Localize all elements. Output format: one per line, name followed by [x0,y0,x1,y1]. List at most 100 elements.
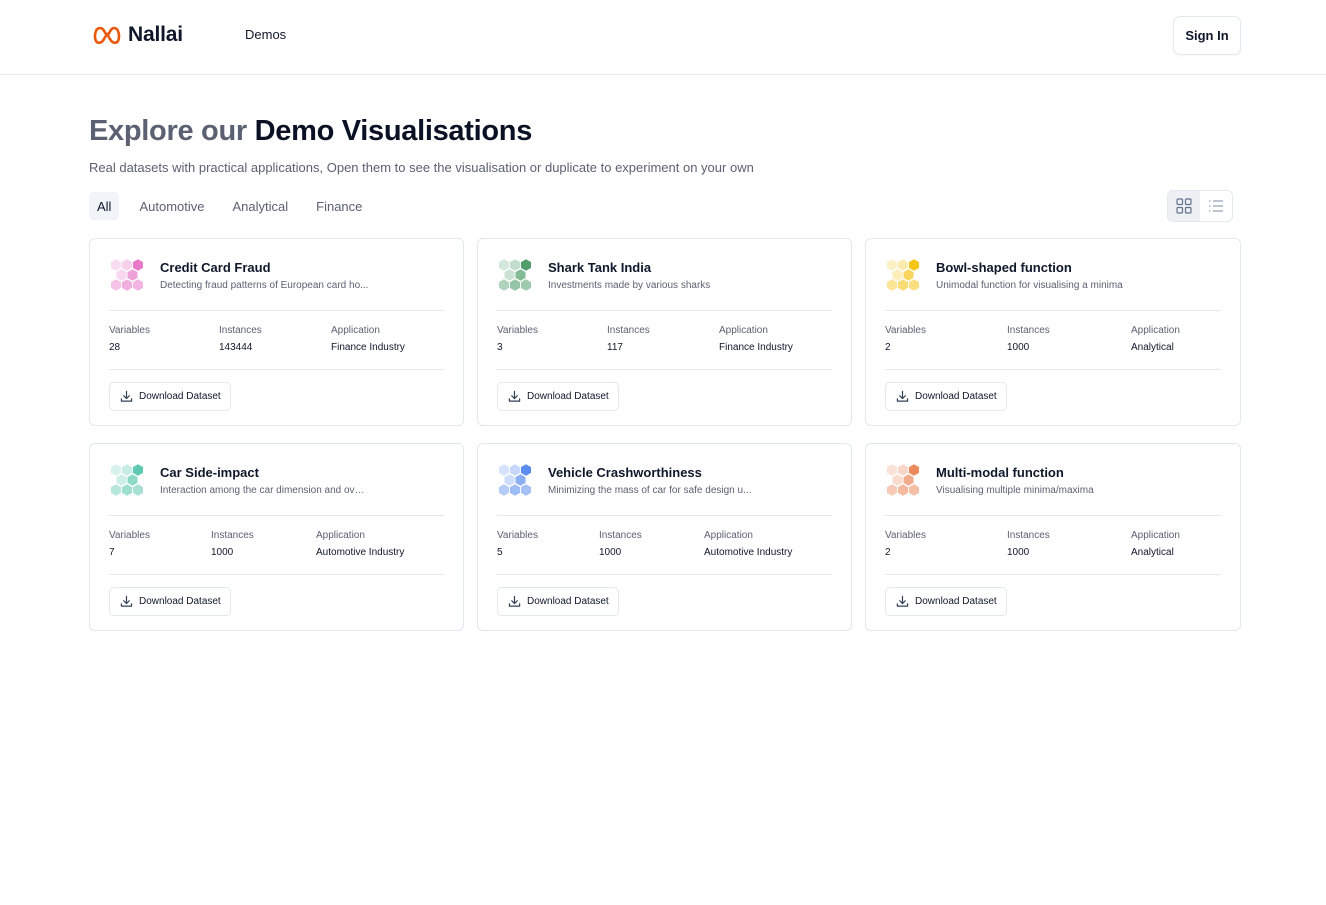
hexagon-cell [520,259,532,271]
demo-card-5[interactable]: Vehicle Crashworthiness Minimizing the m… [477,443,852,631]
card-stats: Variables 3 Instances 117 Application Fi… [497,325,832,353]
nallai-logo-icon [93,26,121,45]
card-title: Bowl-shaped function [936,260,1072,275]
stat-application: Application Finance Industry [719,325,832,353]
card-divider [497,369,832,370]
card-divider [885,574,1221,575]
download-dataset-button[interactable]: Download Dataset [497,382,619,411]
stat-variables: Variables 28 [109,325,219,353]
view-toggle [1167,190,1233,222]
download-dataset-label: Download Dataset [527,596,609,607]
demo-card-1[interactable]: Credit Card Fraud Detecting fraud patter… [89,238,464,426]
hexagon-cell [121,259,133,271]
stat-instances-label: Instances [599,530,642,541]
card-divider [497,310,832,311]
card-header: Car Side-impact Interaction among the ca… [109,463,370,503]
hexagon-cell [110,259,122,271]
hexagon-cell [515,474,526,486]
stat-application-value: Automotive Industry [316,547,405,558]
hexagon-cell [127,474,138,486]
brand-logo[interactable]: Nallai [92,22,183,48]
demo-card-2[interactable]: Shark Tank India Investments made by var… [477,238,852,426]
stat-application-label: Application [1131,530,1180,541]
stat-instances-value: 1000 [599,547,622,558]
stat-variables-label: Variables [109,325,150,336]
hexagon-cell [132,279,144,291]
hexagon-cell [110,279,122,291]
hexagon-cell [116,474,127,486]
card-divider [497,515,832,516]
download-dataset-label: Download Dataset [915,391,997,402]
hexagon-cell [897,279,909,291]
stat-instances-label: Instances [1007,530,1050,541]
demo-card-6[interactable]: Multi-modal function Visualising multipl… [865,443,1241,631]
stat-variables-value: 28 [109,342,121,353]
card-title: Multi-modal function [936,465,1064,480]
hexagon-cell [886,259,898,271]
hexagon-cell [520,279,532,291]
stat-instances-value: 1000 [1007,342,1030,353]
card-description: Investments made by various sharks [548,280,711,291]
card-divider [885,369,1221,370]
stat-instances-value: 1000 [211,547,234,558]
category-tabs: All Automotive Analytical Finance [89,192,382,220]
stat-application: Application Analytical [1131,325,1221,353]
tab-analytical[interactable]: Analytical [225,192,297,220]
hexagon-cell [121,279,133,291]
download-dataset-button[interactable]: Download Dataset [885,587,1007,616]
card-divider [109,574,444,575]
card-heading: Vehicle Crashworthiness Minimizing the m… [548,463,751,503]
stat-variables-value: 5 [497,547,503,558]
list-view-button[interactable] [1200,191,1232,221]
stat-application-label: Application [316,530,365,541]
tab-automotive[interactable]: Automotive [131,192,212,220]
stat-application-value: Automotive Industry [704,547,793,558]
stat-instances-label: Instances [607,325,650,336]
nav-demos-link[interactable]: Demos [245,27,286,42]
download-icon [896,595,909,607]
card-divider [109,369,444,370]
card-header: Multi-modal function Visualising multipl… [885,463,1094,503]
sign-in-button[interactable]: Sign In [1173,16,1241,55]
tab-finance[interactable]: Finance [308,192,370,220]
download-dataset-label: Download Dataset [527,391,609,402]
download-icon [508,390,521,402]
card-title: Car Side-impact [160,465,259,480]
download-icon [508,595,521,607]
download-dataset-button[interactable]: Download Dataset [497,587,619,616]
download-dataset-button[interactable]: Download Dataset [885,382,1007,411]
card-heading: Shark Tank India Investments made by var… [548,258,710,298]
hexagon-cell [110,484,122,496]
stat-application: Application Automotive Industry [704,530,832,558]
grid-view-button[interactable] [1168,191,1200,221]
stat-variables: Variables 2 [885,530,1007,558]
hexagon-cell [908,259,920,271]
stat-instances: Instances 1000 [211,530,316,558]
hexagon-cell [897,464,909,476]
card-stats: Variables 2 Instances 1000 Application A… [885,530,1221,558]
hexagon-cell [498,464,510,476]
stat-application-value: Finance Industry [719,342,793,353]
card-stats: Variables 5 Instances 1000 Application A… [497,530,832,558]
card-header: Shark Tank India Investments made by var… [497,258,710,298]
card-stats: Variables 2 Instances 1000 Application A… [885,325,1221,353]
download-dataset-button[interactable]: Download Dataset [109,382,231,411]
card-heading: Multi-modal function Visualising multipl… [936,463,1094,503]
card-divider [885,515,1221,516]
demo-card-3[interactable]: Bowl-shaped function Unimodal function f… [865,238,1241,426]
hexagon-cell [892,474,903,486]
card-divider [109,515,444,516]
download-dataset-button[interactable]: Download Dataset [109,587,231,616]
page-title-prefix: Explore our [89,115,247,147]
hexagon-cell [116,269,127,281]
demo-card-4[interactable]: Car Side-impact Interaction among the ca… [89,443,464,631]
stat-instances-label: Instances [211,530,254,541]
card-divider [885,310,1221,311]
stat-variables-label: Variables [497,325,538,336]
stat-variables-label: Variables [497,530,538,541]
stat-instances-label: Instances [1007,325,1050,336]
stat-instances: Instances 1000 [1007,530,1131,558]
stat-application-label: Application [704,530,753,541]
tab-all[interactable]: All [89,192,120,220]
stat-application-value: Analytical [1131,342,1174,353]
